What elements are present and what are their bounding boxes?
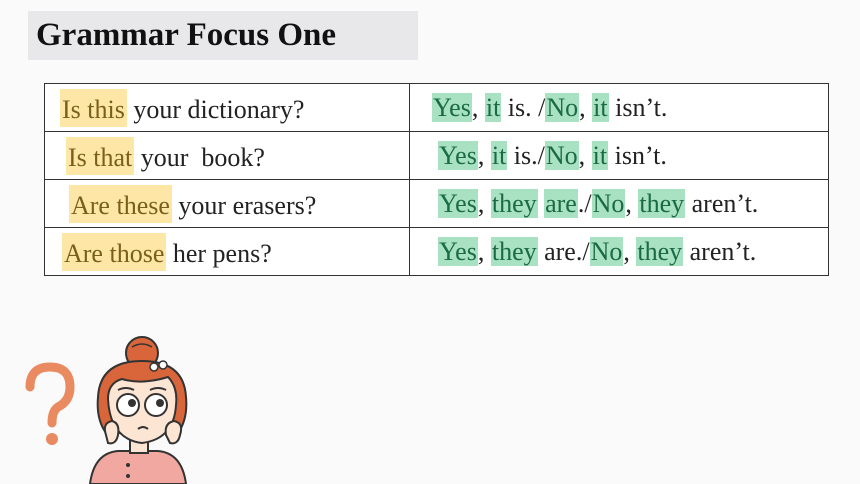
answer-part: ./ [577,189,592,218]
question-part: Are these [69,184,172,223]
answer-cell: Yes, they are./No, they aren’t. [409,227,829,276]
answer-cell: Yes, it is./No, it isn’t. [409,131,829,180]
answer-part: , [579,93,593,122]
answer-part: , [477,237,491,266]
question-part: your dictionary? [126,94,305,124]
answer-part: Yes [438,237,478,266]
thinking-girl-icon [25,336,188,484]
question-part: Are those [62,232,167,271]
table-row: Are these your erasers? Yes, they are./N… [44,179,829,228]
answer-part: they [636,237,684,266]
answer-part: No [591,189,626,218]
answer-part: is./ [507,141,545,170]
table-row: Is that your book? Yes, it is./No, it is… [44,131,829,180]
answer-part: are [544,189,578,218]
answer-part: is. / [501,93,546,122]
answer-part: , [477,189,491,218]
question-cell: Is this your dictionary? [44,83,410,132]
answer-part: they [490,189,538,218]
answer-part: , [471,93,485,122]
answer-part: Yes [438,189,478,218]
question-part: your book? [134,142,265,172]
question-cell: Are these your erasers? [44,179,410,228]
question-cell: Are those her pens? [44,227,410,276]
answer-part: Yes [432,93,472,122]
answer-part: isn’t. [608,141,667,170]
question-cell: Is that your book? [44,131,410,180]
table-row: Is this your dictionary? Yes, it is. /No… [44,83,829,132]
answer-part: it [591,141,609,170]
answer-part: they [490,237,538,266]
table-row: Are those her pens? Yes, they are./No, t… [44,227,829,276]
answer-cell: Yes, it is. /No, it isn’t. [409,83,829,132]
answer-part: it [484,93,502,122]
answer-part: , [477,141,491,170]
answer-part: , [623,237,637,266]
answer-cell: Yes, they are./No, they aren’t. [409,179,829,228]
answer-part: aren’t. [685,189,759,218]
title-banner: Grammar Focus One [28,11,418,60]
question-part: Is that [66,136,135,175]
answer-part: No [544,141,579,170]
answer-part: Yes [438,141,478,170]
answer-part: , [578,141,592,170]
grammar-table: Is this your dictionary? Yes, it is. /No… [44,83,829,276]
answer-part: it [490,141,508,170]
page-title: Grammar Focus One [36,17,337,53]
answer-part: are./ [537,237,590,266]
question-part: her pens? [166,238,272,268]
question-part: your erasers? [171,190,317,220]
answer-part: , [625,189,639,218]
answer-part: isn’t. [608,93,668,122]
answer-part: No [589,237,624,266]
question-part: Is this [60,88,127,127]
answer-part: No [545,93,580,122]
answer-part: aren’t. [683,237,757,266]
answer-part: it [592,93,609,122]
answer-part: they [638,189,686,218]
